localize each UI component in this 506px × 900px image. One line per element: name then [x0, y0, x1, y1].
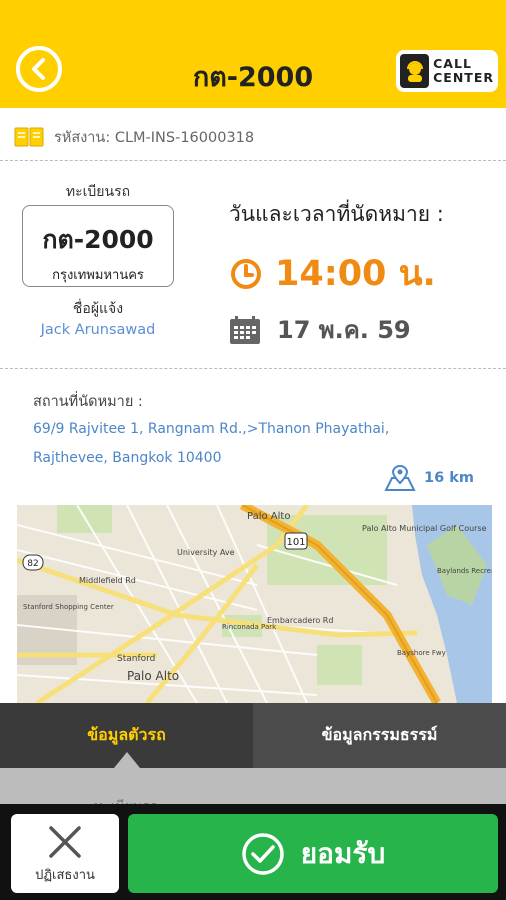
appointment-date: 17 พ.ค. 59: [277, 316, 411, 344]
calendar-icon: [230, 315, 260, 344]
tab-content-panel: [0, 768, 506, 808]
reporter-name: Jack Arunsawad: [40, 322, 156, 338]
plate-province: กรุงเทพมหานคร: [52, 268, 144, 283]
location-map[interactable]: 101 82 Palo Alto Palo Alto Municipal Gol…: [17, 505, 492, 703]
appointment-date-row: 17 พ.ค. 59: [229, 310, 411, 349]
close-icon: [49, 826, 81, 858]
license-plate: กต-2000 กรุงเทพมหานคร: [22, 205, 174, 287]
map-label-stanford: Stanford: [117, 654, 155, 664]
plate-caption: ทะเบียนรถ: [65, 184, 131, 200]
tab-policy-info[interactable]: ข้อมูลกรรมธรรม์: [253, 703, 506, 768]
book-icon: [14, 127, 44, 147]
accept-button[interactable]: ยอมรับ: [128, 814, 498, 893]
tab-bar: ข้อมูลตัวรถ ข้อมูลกรรมธรรม์: [0, 703, 506, 768]
job-code: รหัสงาน: CLM-INS-16000318: [54, 129, 255, 146]
job-code-row: รหัสงาน: CLM-INS-16000318: [0, 118, 506, 156]
phone-operator-icon: [400, 54, 430, 88]
reject-button[interactable]: ปฏิเสธงาน: [11, 814, 119, 893]
location-label: สถานที่นัดหมาย :: [33, 394, 143, 410]
call-center-button[interactable]: CALL CENTER: [396, 50, 498, 92]
clock-icon: [231, 258, 261, 289]
divider: [0, 368, 506, 369]
highway-101-label: 101: [286, 537, 305, 548]
call-center-label: CALL CENTER: [433, 57, 494, 85]
appointment-label: วันและเวลาที่นัดหมาย :: [229, 202, 444, 226]
map-label-palo-alto-top: Palo Alto: [247, 511, 290, 522]
map-label-university: University Ave: [177, 548, 235, 557]
location-address-line1: 69/9 Rajvitee 1, Rangnam Rd.,>Thanon Pha…: [33, 421, 390, 437]
reporter-caption: ชื่อผู้แจ้ง: [72, 301, 124, 317]
header-bar: กต-2000 CALL CENTER: [0, 0, 506, 108]
map-label-bayshore: Bayshore Fwy: [397, 649, 446, 657]
map-label-shopping-center: Stanford Shopping Center: [23, 603, 114, 611]
map-pin-icon: [384, 464, 416, 491]
divider: [0, 160, 506, 161]
map-label-middlefield: Middlefield Rd: [79, 576, 136, 585]
location-address-line2: Rajthevee, Bangkok 10400: [33, 450, 222, 466]
map-label-palo-alto-bottom: Palo Alto: [127, 669, 179, 683]
highway-82-label: 82: [27, 559, 38, 569]
appointment-time: 14:00 น.: [275, 254, 436, 294]
accept-label: ยอมรับ: [300, 836, 386, 870]
distance-value: 16 km: [424, 470, 474, 486]
appointment-time-row: 14:00 น.: [229, 246, 436, 301]
call-center-line1: CALL: [433, 56, 472, 71]
distance-badge: 16 km: [384, 464, 474, 492]
map-label-golf-course: Palo Alto Municipal Golf Course: [362, 524, 487, 533]
map-image: 101 82 Palo Alto Palo Alto Municipal Gol…: [17, 505, 492, 703]
check-circle-icon: [242, 832, 284, 875]
map-label-baylands: Baylands Recreation Area: [437, 567, 492, 575]
tab-indicator-arrow: [114, 752, 140, 768]
plate-number: กต-2000: [42, 225, 154, 254]
app-screen: กต-2000 CALL CENTER รหัสงาน: CLM-INS-160…: [0, 0, 506, 900]
map-label-rinconada: Rinconada Park: [222, 623, 277, 631]
reject-label: ปฏิเสธงาน: [35, 868, 95, 883]
call-center-line2: CENTER: [433, 70, 494, 85]
map-label-embarcadero: Embarcadero Rd: [267, 616, 333, 625]
